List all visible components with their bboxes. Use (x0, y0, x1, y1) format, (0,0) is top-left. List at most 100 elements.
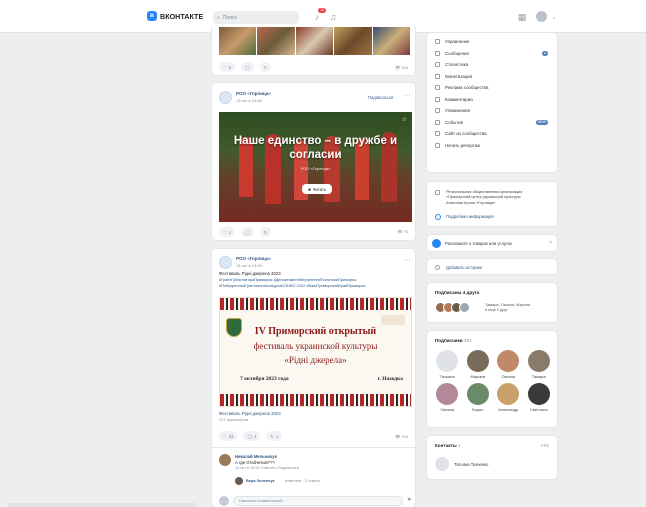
article-cover[interactable]: Наше единство – в дружбе и согласии РОО … (219, 112, 412, 222)
contact-name[interactable]: Татьяна Ткаченко (454, 462, 488, 467)
info-circle-icon (435, 214, 441, 220)
more-options-icon[interactable]: ⋯ (404, 92, 410, 99)
contacts-card: Контакты 1 РРБ Татьяна Ткаченко (426, 435, 558, 480)
article-icon: ■ (308, 186, 311, 192)
subscriber-item[interactable]: Борис (463, 383, 494, 412)
more-options-icon[interactable]: ⋯ (404, 257, 410, 264)
menu-item-monetization[interactable]: Монетизация (427, 71, 557, 83)
post-date[interactable]: 13 окт в 14:46 (236, 98, 262, 103)
search-input[interactable]: ⌕ Поиск (213, 11, 299, 24)
repost-count: 1 (275, 433, 279, 439)
subscribers-title[interactable]: Подписчики 351 (435, 338, 472, 343)
post-date[interactable]: 14 окт в 13:05 (236, 263, 262, 268)
search-icon: ⌕ (217, 14, 220, 21)
megaphone-icon (435, 85, 440, 91)
about-card: Региональная общественная организация «Пр… (426, 181, 558, 227)
menu-item-manage[interactable]: Управление (427, 36, 557, 48)
bookmark-icon[interactable]: ☆ (402, 116, 407, 123)
subscriber-item[interactable]: Тамара (524, 350, 555, 379)
divider (212, 447, 417, 448)
reply-author[interactable]: Вера Зеленчук (246, 478, 275, 483)
notification-badge: 10 (318, 8, 326, 13)
subscriber-item[interactable]: Оксана (432, 383, 463, 412)
comment-button[interactable]: ◯ (241, 227, 254, 237)
community-avatar[interactable] (219, 91, 232, 104)
share-icon: ↻ (263, 229, 268, 235)
music-icon[interactable]: ♫ (327, 11, 339, 23)
menu-item-site[interactable]: Сайт из сообщества (427, 128, 557, 140)
community-menu: Управление Сообщения ● Статистика Монетиз… (426, 32, 558, 173)
share-button[interactable]: ↻ (259, 62, 272, 72)
vk-logo[interactable]: в ВКОНТАКТЕ (147, 11, 203, 21)
share-icon: ↻ (270, 433, 274, 439)
banner-line3: «Рідні джерела» (284, 355, 347, 365)
comment-icon: ◯ (247, 433, 253, 439)
promo-text: Расскажите о товарах или услугах (445, 241, 512, 246)
community-avatar[interactable] (219, 256, 232, 269)
menu-item-messages[interactable]: Сообщения ● (427, 48, 557, 60)
friends-avatars[interactable] (435, 302, 470, 313)
reply-meta[interactable]: ответила · 2 ответа (285, 478, 320, 483)
chevron-down-icon[interactable]: ⌄ (548, 11, 560, 23)
promo-card[interactable]: Расскажите о товарах или услугах × (426, 234, 558, 252)
view-count: 👁 133 (395, 65, 408, 70)
post-author[interactable]: РОО «Горлица» (236, 91, 271, 96)
share-button[interactable]: ↻ 1 (266, 431, 283, 441)
menu-item-ads[interactable]: Реклама сообщества (427, 82, 557, 94)
hashtags[interactable]: #ПобедительиГрантовогоКонкурсаСОНКО-2022… (219, 283, 412, 289)
broadcast-icon (435, 142, 440, 148)
post-actions: ♡ 4 ◯ ↻ (219, 227, 272, 237)
subscriber-item[interactable]: Александр (493, 383, 524, 412)
banner-title: IV Приморский открытый (254, 326, 377, 337)
post-author[interactable]: РОО «Горлица» (236, 256, 271, 261)
banner-line2: фестиваль украинской культуры (253, 341, 378, 351)
subscriber-item[interactable]: Оксана (493, 350, 524, 379)
more-info-link[interactable]: Подробная информация (446, 214, 494, 219)
send-icon[interactable]: ➤ (407, 496, 412, 503)
friends-names: Тамара, Оксана, Марина и ещё 1 друг (485, 302, 531, 313)
subscriber-item[interactable]: Светлана (524, 383, 555, 412)
post-card: РОО «Горлица» 14 окт в 13:05 ⋯ Фестиваль… (211, 248, 417, 507)
bell-icon[interactable]: ♪ 10 (311, 8, 326, 23)
share-button[interactable]: ↻ (259, 227, 272, 237)
post-actions: ♡ 33 ◯ 4 ↻ 1 (219, 431, 283, 441)
link-title[interactable]: Фестиваль Рідні джерела 2023 (219, 411, 281, 416)
comment-icon: ◯ (245, 64, 250, 70)
comment-author[interactable]: Николай Мельничук (235, 454, 277, 459)
like-button[interactable]: ♡ 33 (219, 431, 238, 441)
coin-icon (435, 73, 440, 79)
cover-title: Наше единство – в дружбе и согласии (233, 135, 398, 161)
contacts-title[interactable]: Контакты 1 (435, 443, 461, 448)
subscribe-button[interactable]: Подписаться (368, 95, 393, 100)
photo-strip[interactable] (219, 27, 411, 55)
add-story-card[interactable]: Добавить историю (426, 258, 558, 275)
unread-badge: ● (541, 50, 548, 56)
subscriber-item[interactable]: Татьяна (432, 350, 463, 379)
menu-item-events[interactable]: События NEW (427, 117, 557, 129)
festival-banner[interactable]: IV Приморский открытый фестиваль украинс… (219, 297, 412, 407)
comment-input[interactable]: Написать комментарий... (233, 496, 403, 506)
like-count: 33 (228, 433, 234, 439)
menu-item-comments[interactable]: Комментарии (427, 94, 557, 106)
search-placeholder: Поиск (222, 14, 237, 21)
horizontal-scrollbar[interactable] (8, 503, 196, 507)
menu-item-live[interactable]: Начать репортаж (427, 140, 557, 152)
post-actions: ♡ 5 ◯ ↻ (219, 62, 272, 72)
subscriber-item[interactable]: Марина (463, 350, 494, 379)
contact-avatar[interactable] (435, 457, 449, 471)
comment-button[interactable]: ◯ (241, 62, 254, 72)
heart-icon: ♡ (223, 433, 227, 439)
close-icon[interactable]: × (549, 240, 552, 246)
reply-avatar[interactable] (235, 477, 243, 485)
like-button[interactable]: ♡ 4 (219, 227, 236, 237)
commenter-avatar[interactable] (219, 454, 231, 466)
apps-grid-icon[interactable]: ▦ (516, 11, 528, 23)
comment-button[interactable]: ◯ 4 (243, 431, 261, 441)
read-button[interactable]: ■ Читать (302, 184, 332, 194)
like-count: 5 (228, 64, 232, 70)
profile-avatar[interactable] (536, 11, 547, 22)
like-button[interactable]: ♡ 5 (219, 62, 236, 72)
vk-logo-icon: в (147, 11, 157, 21)
menu-item-mentions[interactable]: Упоминания (427, 105, 557, 117)
menu-item-stats[interactable]: Статистика (427, 59, 557, 71)
